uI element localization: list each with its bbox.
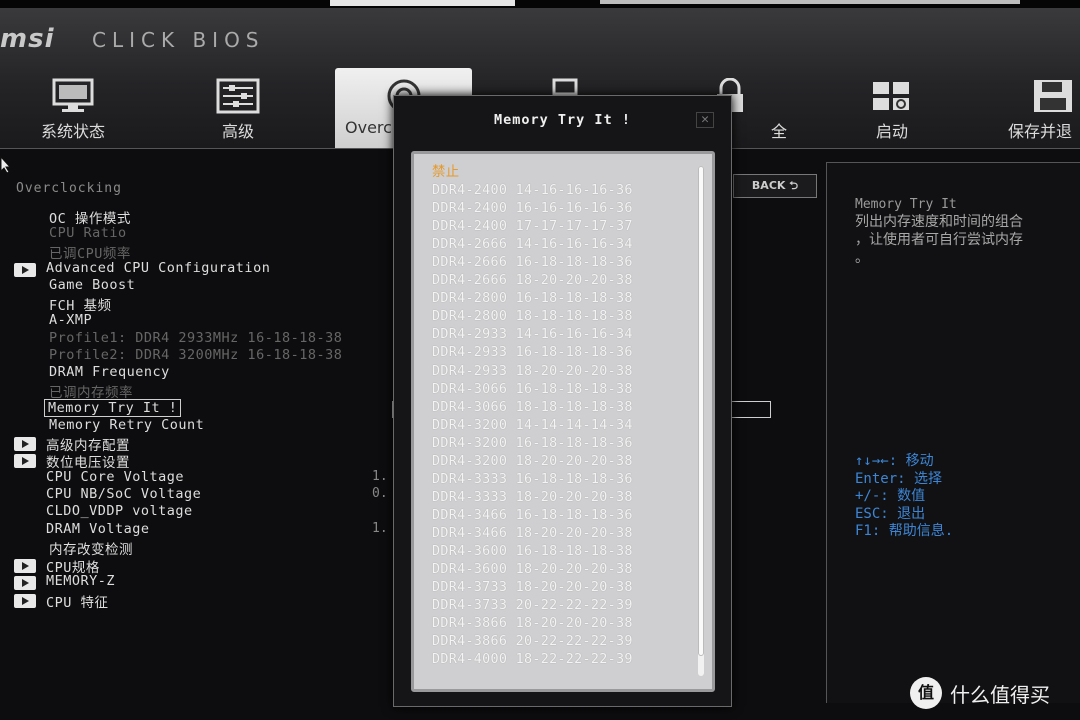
memory-option[interactable]: DDR4-2933 16-18-18-18-36 [432,344,633,362]
setting-value: 1. [372,521,388,536]
setting-item[interactable]: CPU Core Voltage [46,469,184,485]
memory-option[interactable]: DDR4-2400 14-16-16-16-36 [432,182,633,200]
submenu-arrow-icon[interactable] [14,437,36,451]
memory-option[interactable]: DDR4-2666 16-18-18-18-36 [432,254,633,272]
product-name: CLICK BIOS [92,28,265,52]
brand-logo: msi [0,24,55,54]
memory-option[interactable]: DDR4-2800 16-18-18-18-38 [432,290,633,308]
setting-item: 已调内存频率 [49,385,133,401]
reflection-bar [330,0,515,6]
memory-option[interactable]: DDR4-3200 18-20-20-20-38 [432,453,633,471]
tab-label: 启动 [875,122,908,141]
setting-item[interactable]: Memory Retry Count [49,417,204,433]
submenu-arrow-icon[interactable] [14,576,36,590]
setting-value: 1. [372,469,388,484]
submenu-arrow-icon[interactable] [14,594,36,608]
setting-value: 0. [372,486,388,501]
tab-label: 高级 [221,122,254,141]
submenu-arrow-icon[interactable] [14,263,36,277]
setting-item[interactable]: CPU NB/SoC Voltage [46,486,201,502]
help-title: Memory Try It [855,197,957,212]
memory-try-it-dialog: Memory Try It ! ✕ 禁止 DDR4-2400 14-16-16-1… [393,95,732,707]
setting-item: 已调CPU频率 [49,246,131,262]
memory-option[interactable]: DDR4-3466 16-18-18-18-36 [432,507,633,525]
memory-option[interactable]: DDR4-2933 18-20-20-20-38 [432,363,633,381]
memory-option[interactable]: DDR4-3066 16-18-18-18-38 [432,381,633,399]
memory-option[interactable]: DDR4-3866 18-20-20-20-38 [432,615,633,633]
options-listbox[interactable]: 禁止 DDR4-2400 14-16-16-16-36 DDR4-2400 16-1… [411,151,715,692]
scrollbar-thumb[interactable] [698,166,704,656]
memory-option[interactable]: DDR4-2400 17-17-17-17-37 [432,218,633,236]
submenu-arrow-icon[interactable] [14,559,36,573]
setting-item: Profile2: DDR4 3200MHz 16-18-18-38 [49,347,343,363]
memory-option[interactable]: DDR4-2400 16-16-16-16-36 [432,200,633,218]
setting-item[interactable]: OC 操作模式 [49,207,131,227]
setting-item[interactable]: DRAM Frequency [49,364,170,380]
tab-label: 系统状态 [40,122,105,141]
scrollbar[interactable] [698,166,704,676]
options-list: 禁止 DDR4-2400 14-16-16-16-36 DDR4-2400 16-1… [432,164,633,669]
tab-label: 保存并退 [1008,122,1073,141]
submenu-arrow-icon[interactable] [14,454,36,468]
tab-save-exit[interactable]: 保存并退 [990,68,1080,148]
dialog-title: Memory Try It ! [494,112,631,128]
memory-option[interactable]: DDR4-3733 20-22-22-22-39 [432,597,633,615]
memory-option[interactable]: DDR4-3600 16-18-18-18-38 [432,543,633,561]
tab-advanced[interactable]: 高级 [173,68,303,148]
memory-option[interactable]: DDR4-4000 18-22-22-22-39 [432,651,633,669]
watermark-text: 什么值得买 [950,682,1050,707]
memory-option[interactable]: DDR4-3866 20-22-22-22-39 [432,633,633,651]
memory-option[interactable]: DDR4-2933 14-16-16-16-34 [432,326,633,344]
memory-option[interactable]: DDR4-3333 18-20-20-20-38 [432,489,633,507]
memory-option[interactable]: DDR4-3200 16-18-18-18-36 [432,435,633,453]
sliders-icon [216,78,260,114]
back-label: BACK [751,179,786,192]
memory-option[interactable]: DDR4-3200 14-14-14-14-34 [432,417,633,435]
watermark: 值 什么值得买 [910,676,1050,710]
watermark-logo: 值 [910,677,942,709]
tab-system-status[interactable]: 系统状态 [8,68,138,148]
setting-item[interactable]: 数位电压设置 [46,451,130,471]
setting-item[interactable]: CLDO_VDDP voltage [46,503,193,519]
setting-item: CPU Ratio [49,225,127,241]
setting-item[interactable]: CPU 特征 [46,591,109,611]
setting-memory-try-it[interactable]: Memory Try It ! [44,399,182,417]
photo-top-strip [0,0,1080,8]
setting-item[interactable]: Advanced CPU Configuration [46,260,270,276]
floppy-disk-icon [1034,80,1072,112]
key-legend: ↑↓→←: 移动 Enter: 选择 +/-: 数值 ESC: 退出 F1: 帮… [855,453,954,539]
tab-boot[interactable]: 启动 [827,68,957,148]
setting-item: Profile1: DDR4 2933MHz 16-18-18-38 [49,330,343,346]
memory-option[interactable]: DDR4-3066 18-18-18-18-38 [432,399,633,417]
memory-option[interactable]: DDR4-2666 14-16-16-16-34 [432,236,633,254]
reflection-bar [600,0,1020,4]
close-icon[interactable]: ✕ [696,112,714,128]
boot-grid-icon [873,82,909,110]
help-description: 列出内存速度和时间的组合 ，让使用者可自行尝试内存 。 [855,214,1023,266]
memory-option[interactable]: DDR4-3733 18-20-20-20-38 [432,579,633,597]
back-button[interactable]: BACK ⮌ [733,174,817,198]
monitor-icon [52,78,94,112]
memory-option[interactable]: DDR4-3466 18-20-20-20-38 [432,525,633,543]
option-disabled[interactable]: 禁止 [432,164,633,182]
setting-item[interactable]: Game Boost [49,277,135,293]
setting-item[interactable]: A-XMP [49,312,92,328]
memory-option[interactable]: DDR4-3333 16-18-18-18-36 [432,471,633,489]
memory-option[interactable]: DDR4-3600 18-20-20-20-38 [432,561,633,579]
memory-option[interactable]: DDR4-2666 18-20-20-20-38 [432,272,633,290]
setting-item[interactable]: MEMORY-Z [46,573,115,589]
back-arrow-icon: ⮌ [789,179,799,192]
setting-item[interactable]: DRAM Voltage [46,521,150,537]
mouse-cursor-icon [0,156,12,174]
section-title: Overclocking [16,181,122,196]
setting-item[interactable]: FCH 基频 [49,294,112,314]
setting-item[interactable]: 内存改变检测 [49,538,133,558]
memory-option[interactable]: DDR4-2800 18-18-18-18-38 [432,308,633,326]
help-panel: Memory Try It 列出内存速度和时间的组合 ，让使用者可自行尝试内存 … [826,162,1080,703]
